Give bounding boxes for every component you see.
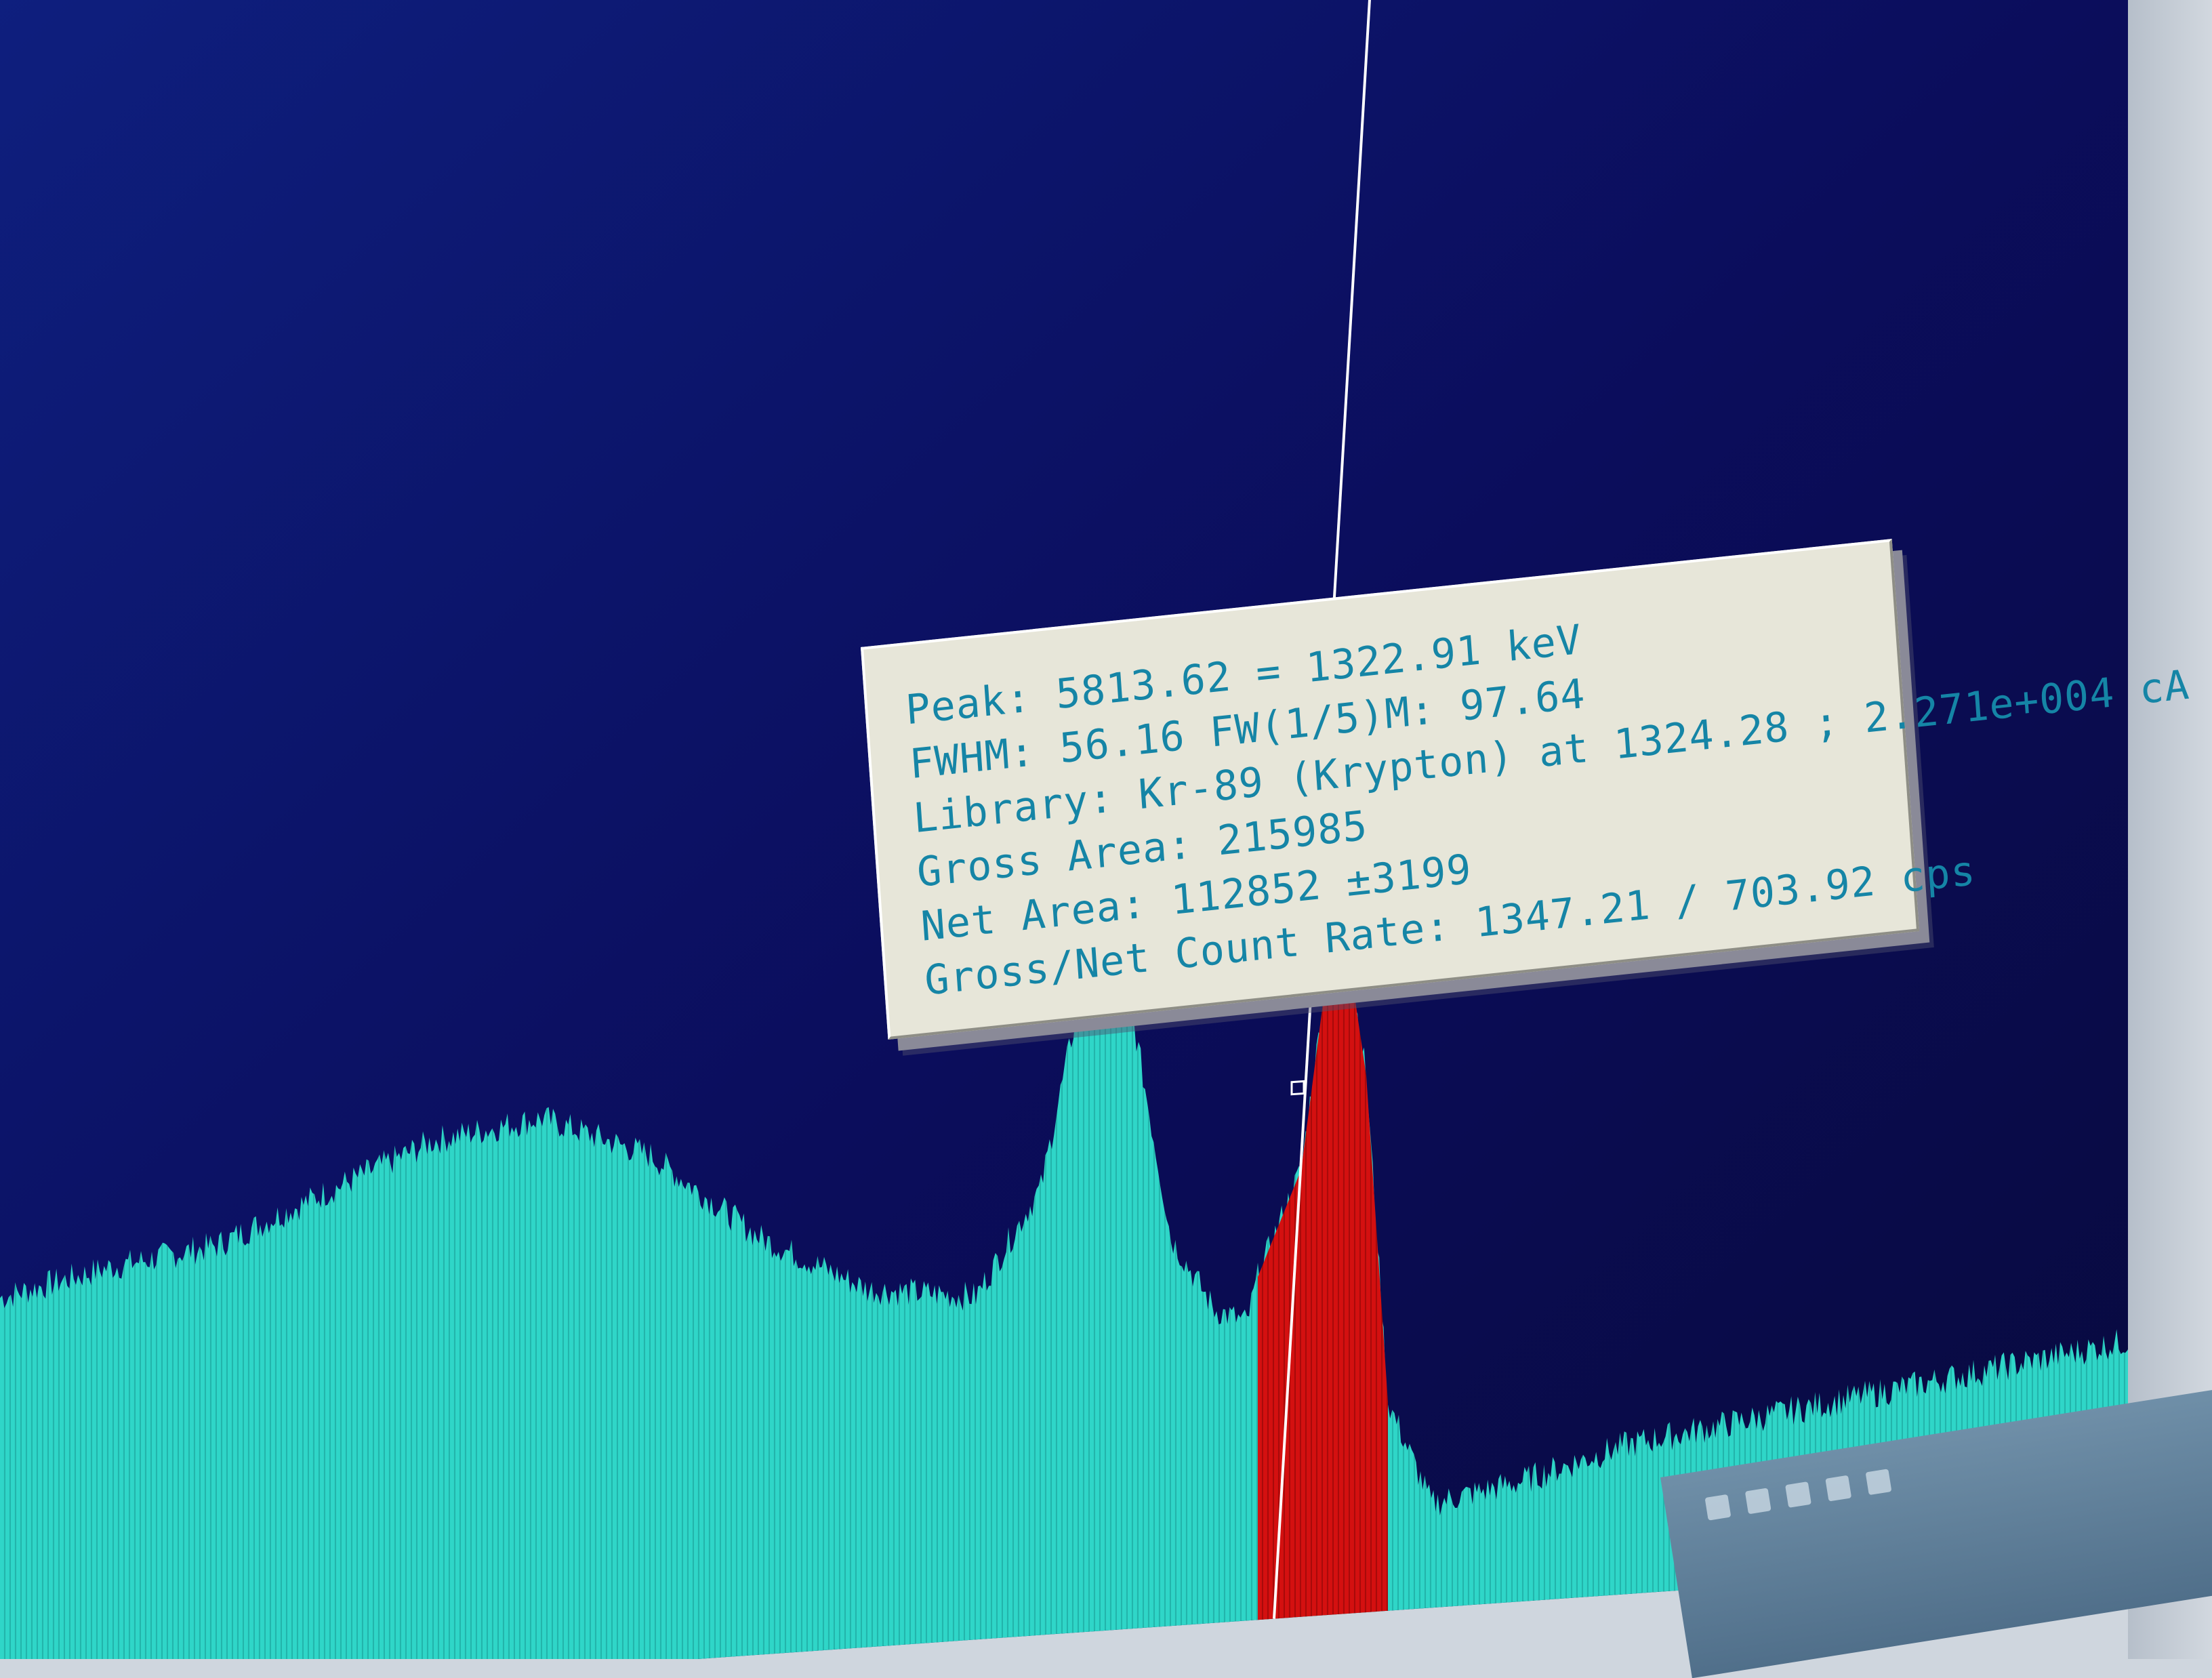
tray-icon-power[interactable] xyxy=(1825,1475,1852,1502)
tray-icon-flag[interactable] xyxy=(1865,1469,1892,1496)
tray-icon-display[interactable] xyxy=(1744,1488,1771,1515)
tray-icon-volume[interactable] xyxy=(1785,1481,1811,1508)
tray-icon-network[interactable] xyxy=(1704,1494,1732,1521)
